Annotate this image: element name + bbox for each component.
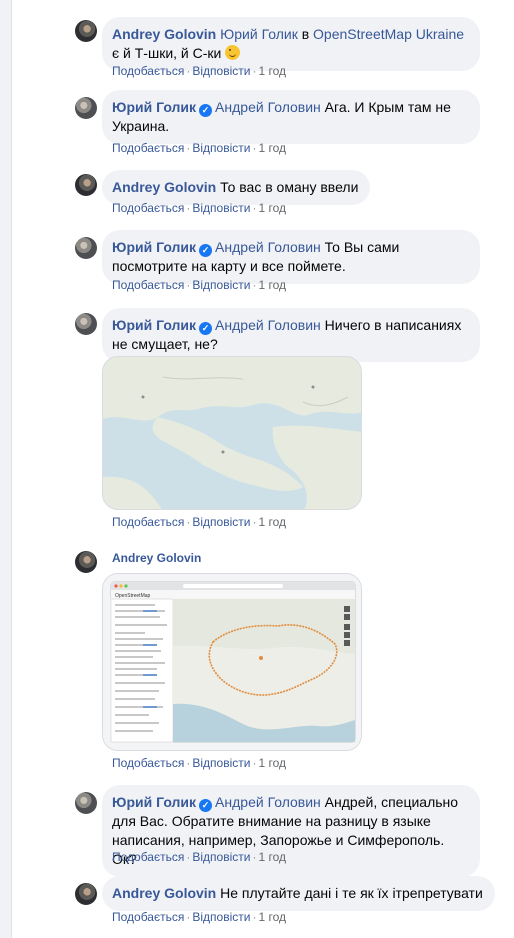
separator-dot: · <box>252 64 257 78</box>
separator-dot: · <box>252 141 257 155</box>
like-button[interactable]: Подобається <box>112 756 184 770</box>
reply-button[interactable]: Відповісти <box>192 756 250 770</box>
comment-actions: Подобається · Відповісти · 1 год <box>112 756 286 770</box>
mention-link[interactable]: Андрей Головин <box>215 794 321 810</box>
osm-screenshot-graphic: OpenStreetMap <box>103 574 361 750</box>
separator-dot: · <box>186 278 191 292</box>
comment-text: в <box>297 26 314 42</box>
smile-emoji-icon <box>225 45 241 60</box>
comment-text: То вас в оману ввели <box>216 179 359 195</box>
map-graphic <box>103 357 361 509</box>
author-name[interactable]: Юрий Голик <box>112 317 196 333</box>
separator-dot: · <box>186 141 191 155</box>
comment-bubble: Юрий Голик ✓ Андрей Головин Ага. И Крым та… <box>102 90 480 144</box>
avatar[interactable] <box>75 883 97 905</box>
verified-badge-icon: ✓ <box>199 322 213 335</box>
comment-bubble: Юрий Голик ✓ Андрей Головин То Вы сами пос… <box>102 230 480 284</box>
avatar[interactable] <box>75 313 97 335</box>
timestamp[interactable]: 1 год <box>258 850 286 864</box>
timestamp[interactable]: 1 год <box>258 910 286 924</box>
comment-bubble: Andrey Golovin То вас в оману ввели <box>102 170 371 205</box>
comment-text: є й Т-шки, й С-ки <box>112 45 226 61</box>
like-button[interactable]: Подобається <box>112 64 184 78</box>
osm-title: OpenStreetMap <box>115 593 151 599</box>
separator-dot: · <box>252 515 257 529</box>
reply-button[interactable]: Відповісти <box>192 64 250 78</box>
like-button[interactable]: Подобається <box>112 141 184 155</box>
mention-link[interactable]: OpenStreetMap Ukraine <box>313 26 464 42</box>
comment-actions: Подобається · Відповісти · 1 год <box>112 278 286 292</box>
author-name[interactable]: Andrey Golovin <box>112 885 216 901</box>
separator-dot: · <box>186 515 191 529</box>
author-name[interactable]: Юрий Голик <box>112 99 196 115</box>
separator-dot: · <box>252 278 257 292</box>
author-name[interactable]: Юрий Голик <box>112 794 196 810</box>
like-button[interactable]: Подобається <box>112 201 184 215</box>
timestamp[interactable]: 1 год <box>258 201 286 215</box>
timestamp[interactable]: 1 год <box>258 278 286 292</box>
author-name[interactable]: Andrey Golovin <box>112 26 216 42</box>
comment-text: Не плутайте дані і те як їх ітрепретуват… <box>216 885 483 901</box>
comment-bubble: Andrey Golovin Не плутайте дані і те як … <box>102 876 495 911</box>
avatar[interactable] <box>75 792 97 814</box>
crimea-map-image[interactable] <box>102 356 362 510</box>
osm-screenshot-image[interactable]: OpenStreetMap <box>102 573 362 751</box>
avatar[interactable] <box>75 20 97 42</box>
reply-button[interactable]: Відповісти <box>192 278 250 292</box>
comment-actions: Подобається · Відповісти · 1 год <box>112 64 286 78</box>
separator-dot: · <box>186 850 191 864</box>
separator-dot: · <box>252 201 257 215</box>
reply-button[interactable]: Відповісти <box>192 201 250 215</box>
separator-dot: · <box>252 910 257 924</box>
comment-bubble: Юрий Голик ✓ Андрей Головин Ничего в напис… <box>102 308 480 362</box>
separator-dot: · <box>186 64 191 78</box>
mention-link[interactable]: Андрей Головин <box>215 99 321 115</box>
comment-actions: Подобається · Відповісти · 1 год <box>112 910 286 924</box>
timestamp[interactable]: 1 год <box>258 141 286 155</box>
comment-actions: Подобається · Відповісти · 1 год <box>112 515 286 529</box>
left-thread-rule <box>0 0 12 938</box>
reply-button[interactable]: Відповісти <box>192 515 250 529</box>
separator-dot: · <box>186 910 191 924</box>
verified-badge-icon: ✓ <box>199 244 213 257</box>
like-button[interactable]: Подобається <box>112 910 184 924</box>
separator-dot: · <box>252 850 257 864</box>
avatar[interactable] <box>75 97 97 119</box>
separator-dot: · <box>186 201 191 215</box>
comment-actions: Подобається · Відповісти · 1 год <box>112 141 286 155</box>
author-name[interactable]: Andrey Golovin <box>112 179 216 195</box>
comment-bubble: Andrey Golovin Юрий Голик в OpenStreetMa… <box>102 17 480 71</box>
reply-button[interactable]: Відповісти <box>192 850 250 864</box>
timestamp[interactable]: 1 год <box>258 756 286 770</box>
like-button[interactable]: Подобається <box>112 278 184 292</box>
avatar[interactable] <box>75 174 97 196</box>
separator-dot: · <box>252 756 257 770</box>
timestamp[interactable]: 1 год <box>258 515 286 529</box>
author-name[interactable]: Юрий Голик <box>112 239 196 255</box>
mention-link[interactable]: Андрей Головин <box>215 317 321 333</box>
reply-button[interactable]: Відповісти <box>192 141 250 155</box>
avatar[interactable] <box>75 551 97 573</box>
verified-badge-icon: ✓ <box>199 104 213 117</box>
like-button[interactable]: Подобається <box>112 515 184 529</box>
separator-dot: · <box>186 756 191 770</box>
author-name[interactable]: Andrey Golovin <box>112 551 201 565</box>
reply-button[interactable]: Відповісти <box>192 910 250 924</box>
avatar[interactable] <box>75 237 97 259</box>
comment-actions: Подобається · Відповісти · 1 год <box>112 201 286 215</box>
verified-badge-icon: ✓ <box>199 799 213 812</box>
mention-link[interactable]: Андрей Головин <box>215 239 321 255</box>
timestamp[interactable]: 1 год <box>258 64 286 78</box>
like-button[interactable]: Подобається <box>112 850 184 864</box>
comment-actions: Подобається · Відповісти · 1 год <box>112 850 286 864</box>
mention-link[interactable]: Юрий Голик <box>220 26 298 42</box>
